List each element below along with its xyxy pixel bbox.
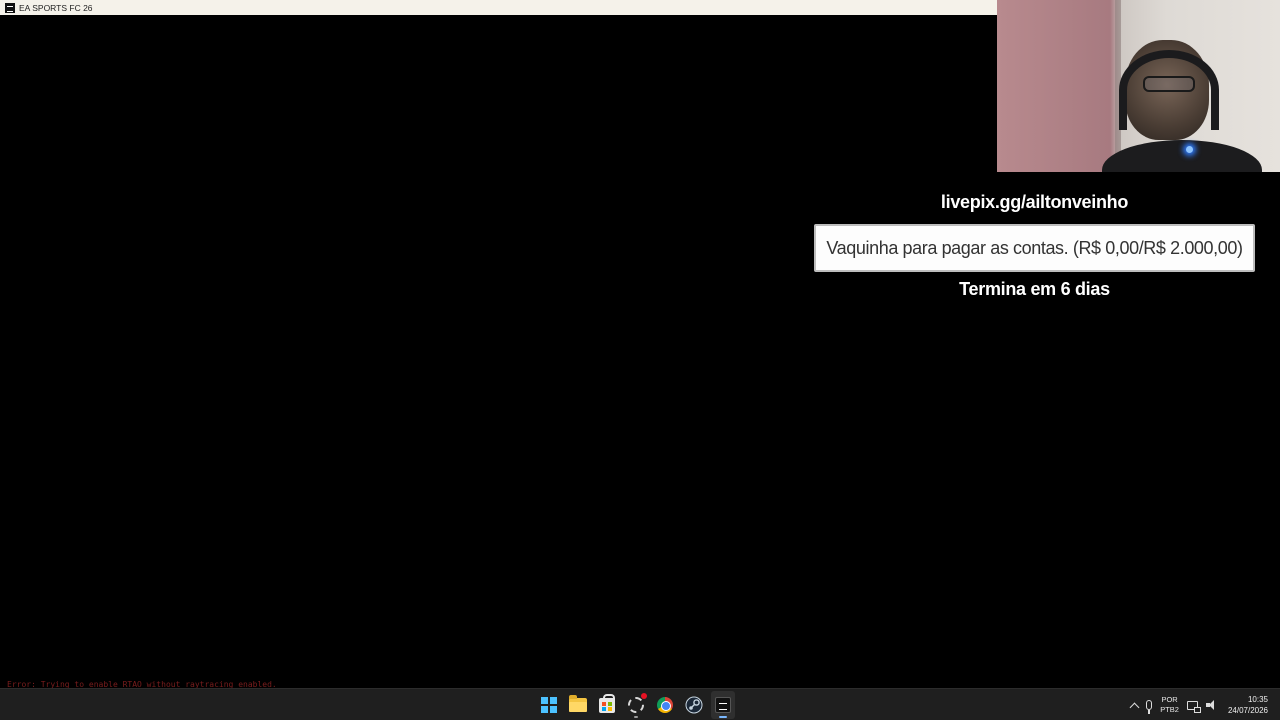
microphone-led	[1186, 146, 1193, 153]
ea-icon	[715, 697, 731, 713]
chrome-icon	[657, 697, 673, 713]
window-title: EA SPORTS FC 26	[19, 2, 93, 13]
network-icon	[1186, 700, 1201, 713]
glasses-icon	[1143, 76, 1195, 92]
chrome-button[interactable]	[653, 691, 677, 719]
microphone-icon	[1146, 700, 1153, 714]
donation-url: livepix.gg/ailtonveinho	[940, 192, 1129, 212]
webcam-person-body	[1102, 140, 1262, 172]
chevron-up-icon	[1129, 702, 1140, 712]
donation-goal-text: Vaquinha para pagar as contas. (R$ 0,00/…	[826, 237, 1243, 258]
microphone-tray-button[interactable]	[1142, 689, 1156, 720]
volume-tray-button[interactable]	[1202, 689, 1222, 720]
system-tray: POR PTB2 10:35 24/07/2026	[1127, 689, 1280, 720]
language-code: POR	[1161, 695, 1178, 704]
taskbar-pinned-apps	[537, 689, 735, 720]
input-language-button[interactable]: POR PTB2	[1156, 689, 1183, 720]
ea-sports-fc-icon	[5, 2, 15, 13]
donation-ends-text: Termina em 6 dias	[959, 279, 1110, 299]
file-explorer-button[interactable]	[566, 691, 590, 719]
folder-icon	[569, 695, 587, 712]
microsoft-store-button[interactable]	[595, 691, 619, 719]
steam-icon	[685, 696, 703, 714]
steam-button[interactable]	[682, 691, 706, 719]
desktop-screen: EA SPORTS FC 26 livepix.gg/ailtonveinho …	[0, 0, 1280, 720]
windows-start-icon	[541, 697, 557, 713]
snipping-tool-button[interactable]	[624, 691, 648, 719]
clock-button[interactable]: 10:35 24/07/2026	[1222, 694, 1280, 716]
start-button[interactable]	[537, 691, 561, 719]
clock-date: 24/07/2026	[1227, 706, 1268, 715]
store-icon	[599, 693, 615, 713]
speaker-icon	[1205, 700, 1218, 710]
game-window-titlebar[interactable]: EA SPORTS FC 26	[0, 0, 997, 15]
show-hidden-icons-button[interactable]	[1127, 689, 1142, 720]
ea-app-button[interactable]	[711, 691, 735, 719]
clock-time: 10:35	[1247, 695, 1268, 704]
taskbar: POR PTB2 10:35 24/07/2026	[0, 688, 1280, 720]
donation-goal-box: Vaquinha para pagar as contas. (R$ 0,00/…	[814, 224, 1255, 272]
keyboard-layout: PTB2	[1160, 705, 1179, 714]
network-tray-button[interactable]	[1183, 689, 1202, 720]
webcam-feed	[997, 0, 1280, 172]
snip-icon	[628, 693, 647, 713]
